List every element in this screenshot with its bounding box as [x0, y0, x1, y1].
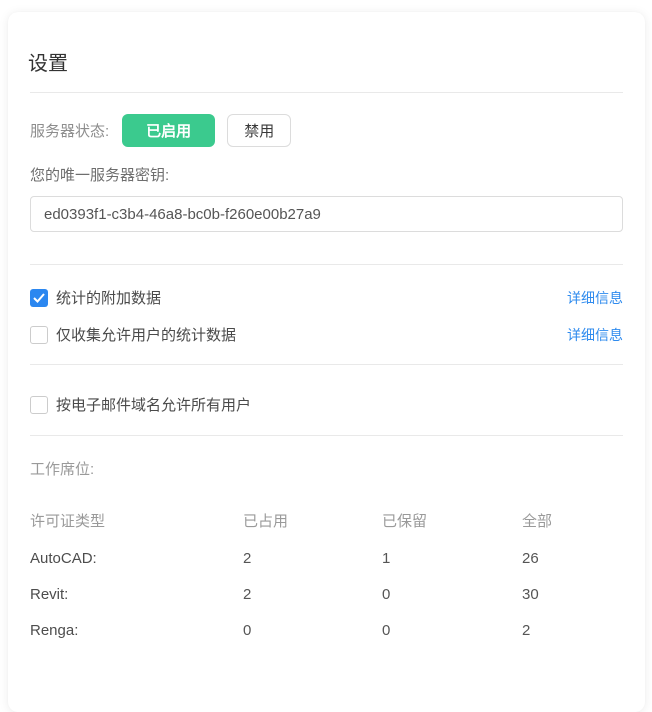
total-value: 2 — [522, 622, 623, 639]
server-enabled-button[interactable]: 已启用 — [122, 114, 215, 147]
additional-stats-details-link[interactable]: 详细信息 — [567, 288, 623, 308]
additional-stats-checkbox[interactable] — [30, 289, 48, 307]
seats-section-label: 工作席位: — [30, 458, 623, 479]
reserved-value: 0 — [382, 586, 522, 603]
reserved-value: 1 — [382, 550, 522, 567]
checkmark-icon — [33, 293, 45, 303]
license-name: AutoCAD: — [30, 550, 243, 567]
total-value: 30 — [522, 586, 623, 603]
checkbox-row-allowed-users-stats: 仅收集允许用户的统计数据 详细信息 — [30, 324, 623, 345]
divider — [30, 364, 623, 365]
license-name: Revit: — [30, 586, 243, 603]
table-header-row: 许可证类型 已占用 已保留 全部 — [30, 509, 623, 531]
table-row: Revit: 2 0 30 — [30, 576, 623, 612]
checkbox-row-additional-stats: 统计的附加数据 详细信息 — [30, 287, 623, 308]
page-title: 设置 — [8, 12, 645, 92]
server-key-input[interactable] — [30, 196, 623, 232]
allowed-users-stats-label: 仅收集允许用户的统计数据 — [56, 324, 236, 345]
occupied-value: 0 — [243, 622, 382, 639]
table-row: Renga: 0 0 2 — [30, 612, 623, 648]
divider — [30, 264, 623, 265]
table-row: AutoCAD: 2 1 26 — [30, 540, 623, 576]
allowed-users-stats-details-link[interactable]: 详细信息 — [567, 325, 623, 345]
reserved-value: 0 — [382, 622, 522, 639]
license-name: Renga: — [30, 622, 243, 639]
server-disable-button[interactable]: 禁用 — [227, 114, 291, 147]
column-header-total: 全部 — [522, 510, 623, 531]
column-header-reserved: 已保留 — [382, 510, 522, 531]
settings-card: 设置 服务器状态: 已启用 禁用 您的唯一服务器密钥: 统计的附加数据 详细信息… — [8, 12, 645, 712]
divider — [30, 435, 623, 436]
allowed-users-stats-checkbox[interactable] — [30, 326, 48, 344]
server-key-label: 您的唯一服务器密钥: — [30, 164, 623, 185]
email-domain-checkbox[interactable] — [30, 396, 48, 414]
license-seats-table: 许可证类型 已占用 已保留 全部 AutoCAD: 2 1 26 Revit: … — [30, 509, 623, 648]
column-header-occupied: 已占用 — [243, 510, 382, 531]
additional-stats-label: 统计的附加数据 — [56, 287, 161, 308]
server-status-row: 服务器状态: 已启用 禁用 — [30, 114, 623, 147]
server-status-label: 服务器状态: — [30, 120, 109, 141]
email-domain-label: 按电子邮件域名允许所有用户 — [56, 394, 251, 415]
total-value: 26 — [522, 550, 623, 567]
checkbox-row-email-domain: 按电子邮件域名允许所有用户 — [30, 394, 623, 415]
occupied-value: 2 — [243, 586, 382, 603]
divider — [30, 92, 623, 93]
column-header-license-type: 许可证类型 — [30, 510, 243, 531]
occupied-value: 2 — [243, 550, 382, 567]
